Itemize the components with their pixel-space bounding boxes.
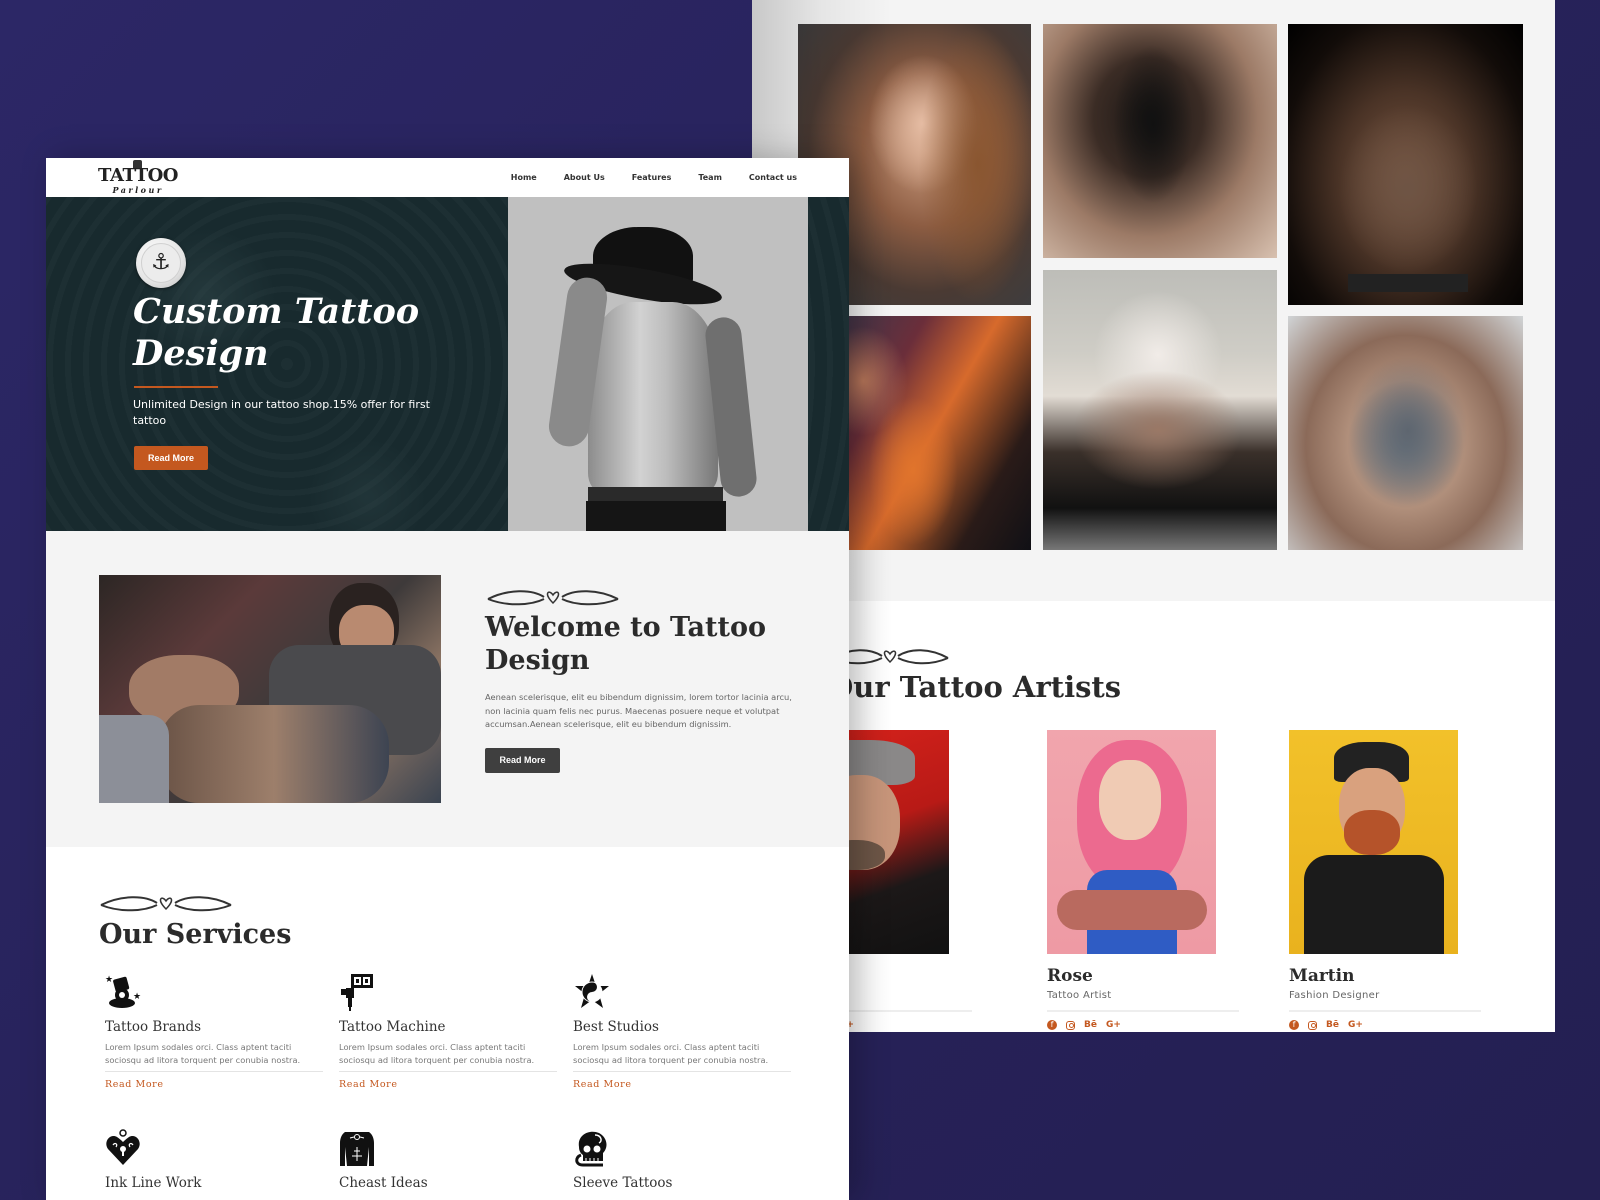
main-page-preview: TATTOO Parlour Home About Us Features Te…	[46, 158, 849, 1200]
tattoo-brands-icon: ★ ★	[105, 973, 143, 1011]
service-title: Cheast Ideas	[339, 1175, 428, 1191]
logo-text: TATTOO	[98, 165, 178, 186]
service-title: Tattoo Machine	[339, 1019, 446, 1035]
hero-badge: ⚓	[136, 238, 186, 288]
behance-icon[interactable]: Bē	[1084, 1019, 1097, 1031]
service-text: Lorem Ipsum sodales orci. Class aptent t…	[573, 1042, 769, 1065]
artist-photo[interactable]	[1289, 730, 1458, 954]
hero-title: Custom Tattoo Design	[133, 291, 420, 374]
svg-text:★: ★	[105, 975, 113, 985]
svg-text:★: ★	[133, 992, 141, 1002]
service-read-more-link[interactable]: Read More	[573, 1079, 632, 1090]
logo[interactable]: TATTOO Parlour	[97, 160, 179, 194]
artist-role: Fashion Designer	[1289, 990, 1380, 1001]
nav-team[interactable]: Team	[698, 173, 722, 182]
service-card: Cheast Ideas	[339, 1129, 559, 1195]
instagram-icon[interactable]	[1308, 1020, 1317, 1030]
flourish-divider-icon	[487, 590, 619, 606]
welcome-image	[99, 575, 441, 803]
services-title: Our Services	[99, 919, 292, 950]
behance-icon[interactable]: Bē	[1326, 1019, 1339, 1031]
service-card: Sleeve Tattoos	[573, 1129, 793, 1195]
divider	[339, 1071, 557, 1072]
artist-card: Rose Tattoo Artist f Bē G+	[1047, 730, 1277, 1032]
hero-read-more-button[interactable]: Read More	[134, 446, 208, 470]
artist-name: Martin	[1289, 966, 1355, 986]
nav-features[interactable]: Features	[632, 173, 672, 182]
service-title: Tattoo Brands	[105, 1019, 202, 1035]
gallery-image-5[interactable]	[1043, 270, 1277, 550]
facebook-icon[interactable]: f	[1047, 1020, 1057, 1030]
google-plus-icon[interactable]: G+	[1348, 1019, 1363, 1031]
welcome-section: Welcome to Tattoo Design Aenean sceleris…	[46, 531, 849, 847]
service-text: Lorem Ipsum sodales orci. Class aptent t…	[105, 1042, 301, 1065]
heart-lock-icon	[105, 1129, 143, 1167]
hero-divider	[134, 386, 218, 388]
logo-house-icon	[133, 160, 142, 168]
service-card: Ink Line Work	[105, 1129, 325, 1195]
gallery-image-2[interactable]	[1043, 24, 1277, 258]
service-title: Best Studios	[573, 1019, 659, 1035]
welcome-title: Welcome to Tattoo Design	[485, 612, 766, 676]
artist-name: Rose	[1047, 966, 1093, 986]
gallery-section	[752, 0, 1555, 601]
service-card: Best Studios Lorem Ipsum sodales orci. C…	[573, 973, 793, 1091]
tattoo-machine-icon	[339, 973, 377, 1011]
hero-photo	[508, 197, 808, 531]
social-links: f Bē G+	[1047, 1018, 1277, 1032]
service-card: Tattoo Machine Lorem Ipsum sodales orci.…	[339, 973, 559, 1091]
hero-subtitle: Unlimited Design in our tattoo shop.15% …	[133, 398, 430, 427]
welcome-read-more-button[interactable]: Read More	[485, 748, 560, 773]
service-text: Lorem Ipsum sodales orci. Class aptent t…	[339, 1042, 535, 1065]
service-title: Sleeve Tattoos	[573, 1175, 673, 1191]
facebook-icon[interactable]: f	[1289, 1020, 1299, 1030]
google-plus-icon[interactable]: G+	[1106, 1019, 1121, 1031]
artist-photo[interactable]	[1047, 730, 1216, 954]
nav-home[interactable]: Home	[511, 173, 537, 182]
logo-subtext: Parlour	[112, 185, 164, 195]
service-read-more-link[interactable]: Read More	[105, 1079, 164, 1090]
skull-snake-icon	[573, 1129, 611, 1167]
nav-menu: Home About Us Features Team Contact us	[484, 158, 797, 197]
artist-role: Tattoo Artist	[1047, 990, 1112, 1001]
flourish-divider-icon	[100, 896, 232, 912]
artists-section-title: Our Tattoo Artists	[828, 670, 1122, 704]
service-read-more-link[interactable]: Read More	[339, 1079, 398, 1090]
artist-card: Martin Fashion Designer f Bē G+	[1289, 730, 1519, 1032]
gallery-image-3[interactable]	[1288, 24, 1523, 305]
service-card: ★ ★ Tattoo Brands Lorem Ipsum sodales or…	[105, 973, 325, 1091]
instagram-icon[interactable]	[1066, 1020, 1075, 1030]
gallery-image-6[interactable]	[1288, 316, 1523, 550]
nav-about-us[interactable]: About Us	[564, 173, 605, 182]
nav-contact-us[interactable]: Contact us	[749, 173, 797, 182]
hero-section: ⚓ Custom Tattoo Design Unlimited Design …	[46, 197, 849, 531]
divider	[1289, 1010, 1481, 1012]
navbar: TATTOO Parlour Home About Us Features Te…	[46, 158, 849, 197]
yin-yang-star-icon	[573, 973, 611, 1011]
divider	[573, 1071, 791, 1072]
service-title: Ink Line Work	[105, 1175, 202, 1191]
divider	[105, 1071, 323, 1072]
divider	[1047, 1010, 1239, 1012]
tattooed-chest-icon	[339, 1129, 377, 1167]
secondary-page-preview: Our Tattoo Artists f Bē G+ Rose Tattoo A…	[752, 0, 1555, 1032]
social-links: f Bē G+	[1289, 1018, 1519, 1032]
welcome-text: Aenean scelerisque, elit eu bibendum dig…	[485, 692, 792, 729]
services-section: Our Services ★ ★ Tattoo Brands Lorem Ips…	[46, 847, 849, 1200]
anchor-icon: ⚓	[141, 243, 181, 283]
